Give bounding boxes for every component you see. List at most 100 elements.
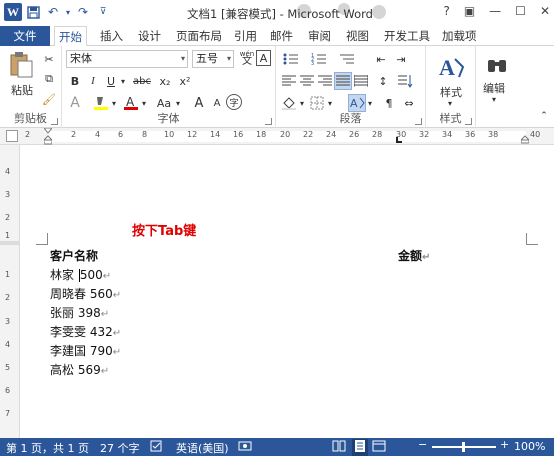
align-right-icon[interactable] (316, 72, 334, 90)
undo-icon[interactable]: ↶ (44, 3, 62, 21)
zoom-level[interactable]: 100% (514, 440, 545, 453)
close-icon[interactable]: ✕ (540, 4, 550, 18)
underline-dropdown-icon[interactable]: ▾ (118, 72, 128, 90)
tab-addins[interactable]: 加载项 (438, 26, 481, 46)
crop-mark-top-left (36, 233, 48, 245)
row-name: 李建国 (50, 344, 87, 358)
zoom-in-icon[interactable]: + (500, 438, 509, 451)
word-count-status[interactable]: 27 个字 (100, 440, 140, 456)
tab-mailings[interactable]: 邮件 (266, 26, 297, 46)
collapse-ribbon-icon[interactable]: ⌃ (538, 110, 550, 122)
editing-dropdown-icon[interactable]: ▾ (486, 94, 502, 104)
font-group-label: 字体 (157, 112, 180, 125)
tab-page-layout[interactable]: 页面布局 (172, 26, 226, 46)
word-logo-icon[interactable]: W (4, 3, 22, 21)
copy-icon[interactable]: ⧉ (40, 70, 58, 88)
multilevel-list-icon[interactable] (338, 50, 356, 68)
line-spacing-icon[interactable]: ↕ (374, 72, 392, 90)
help-icon[interactable]: ? (443, 4, 449, 18)
decrease-indent-icon[interactable]: ⇤ (372, 50, 390, 68)
font-launcher-icon[interactable] (265, 118, 272, 125)
vruler-number: 3 (5, 317, 11, 326)
binoculars-icon[interactable] (482, 50, 512, 80)
language-status[interactable]: 英语(美国) (176, 440, 229, 456)
vertical-ruler[interactable]: 4 3 2 1 1 2 3 4 5 6 7 (0, 145, 20, 438)
document-area[interactable]: 4 3 2 1 1 2 3 4 5 6 7 按下Tab键 客户名称 金额↵ 林家… (0, 145, 554, 438)
paragraph-mark: ↵ (112, 328, 122, 339)
format-painter-icon[interactable]: 🖌 (40, 90, 58, 108)
paragraph-group-label: 段落 (339, 112, 362, 125)
styles-dropdown-icon[interactable]: ▾ (442, 98, 458, 108)
list-item[interactable]: 周晓春 560↵ (50, 285, 121, 302)
save-icon[interactable] (24, 3, 42, 21)
redo-icon[interactable]: ↷ (74, 3, 92, 21)
ruler-tick: 12 (187, 130, 198, 139)
tab-home[interactable]: 开始 (54, 26, 87, 47)
list-item[interactable]: 张丽 398↵ (50, 304, 109, 321)
right-indent-marker-icon[interactable] (519, 132, 531, 144)
font-name-select[interactable]: 宋体 ▾ (66, 50, 188, 68)
zoom-out-icon[interactable]: − (418, 438, 427, 451)
strikethrough-button[interactable]: abc (130, 72, 154, 90)
macro-record-icon[interactable] (238, 440, 252, 455)
list-item[interactable]: 李雯雯 432↵ (50, 323, 121, 340)
cut-icon[interactable]: ✂ (40, 50, 58, 68)
bold-button[interactable]: B (66, 72, 84, 90)
tab-insert[interactable]: 插入 (96, 26, 127, 46)
tab-stop-marker-icon[interactable] (396, 137, 402, 143)
list-item[interactable]: 林家 500↵ (50, 266, 111, 283)
subscript-button[interactable]: x₂ (156, 72, 174, 90)
crop-mark-top-right (526, 233, 538, 245)
ruler-tick: 4 (95, 130, 101, 139)
indent-marker-icon[interactable] (42, 127, 54, 145)
increase-indent-icon[interactable]: ⇥ (392, 50, 410, 68)
styles-icon[interactable]: A (436, 52, 466, 82)
web-layout-icon[interactable] (372, 440, 386, 455)
proofing-icon[interactable] (150, 440, 164, 455)
tab-review[interactable]: 审阅 (304, 26, 335, 46)
numbering-icon[interactable]: 123 (310, 50, 328, 68)
customize-qat-icon[interactable]: ⊽ (94, 3, 112, 21)
font-size-select[interactable]: 五号 ▾ (192, 50, 234, 68)
chevron-down-icon: ▾ (226, 54, 231, 63)
character-border-button[interactable]: A (256, 50, 271, 66)
tab-view[interactable]: 视图 (342, 26, 373, 46)
justify-icon[interactable] (334, 72, 352, 90)
tab-developer[interactable]: 开发工具 (380, 26, 434, 46)
enclose-characters-button[interactable]: 字 (226, 94, 242, 110)
sort-icon[interactable] (396, 72, 414, 90)
tab-selector-icon[interactable] (6, 130, 18, 142)
ruler-tick: 38 (488, 130, 499, 139)
list-item[interactable]: 高松 569↵ (50, 361, 109, 378)
ribbon-display-icon[interactable]: ▣ (464, 4, 475, 18)
maximize-icon[interactable]: ☐ (515, 4, 526, 18)
tab-references[interactable]: 引用 (230, 26, 261, 46)
undo-dropdown-icon[interactable]: ▾ (64, 3, 72, 21)
list-item[interactable]: 李建国 790↵ (50, 342, 121, 359)
page-count-status[interactable]: 第 1 页，共 1 页 (6, 440, 89, 456)
tab-file[interactable]: 文件 (0, 26, 50, 46)
horizontal-ruler[interactable]: 2 2 4 6 8 10 12 14 16 18 20 22 24 26 28 … (0, 127, 554, 145)
ruler-tick: 36 (465, 130, 476, 139)
styles-launcher-icon[interactable] (465, 118, 472, 125)
minimize-icon[interactable]: — (489, 4, 501, 18)
tab-design[interactable]: 设计 (134, 26, 165, 46)
distributed-icon[interactable] (352, 72, 370, 90)
clipboard-launcher-icon[interactable] (51, 118, 58, 125)
paragraph-launcher-icon[interactable] (415, 118, 422, 125)
header-customer-name[interactable]: 客户名称 (50, 247, 98, 264)
superscript-button[interactable]: x² (176, 72, 194, 90)
italic-button[interactable]: I (84, 72, 102, 90)
ruler-tick: 34 (442, 130, 453, 139)
paste-icon[interactable] (6, 50, 36, 80)
zoom-slider-thumb[interactable] (462, 442, 465, 452)
paste-label[interactable]: 粘贴 (2, 82, 42, 98)
read-mode-icon[interactable] (332, 440, 346, 455)
print-layout-icon[interactable] (352, 439, 368, 456)
header-amount[interactable]: 金额↵ (398, 247, 430, 264)
phonetic-guide-icon[interactable]: wén 文 (238, 49, 256, 67)
align-center-icon[interactable] (298, 72, 316, 90)
align-left-icon[interactable] (280, 72, 298, 90)
paragraph-mark: ↵ (112, 290, 122, 301)
bullets-icon[interactable] (282, 50, 300, 68)
